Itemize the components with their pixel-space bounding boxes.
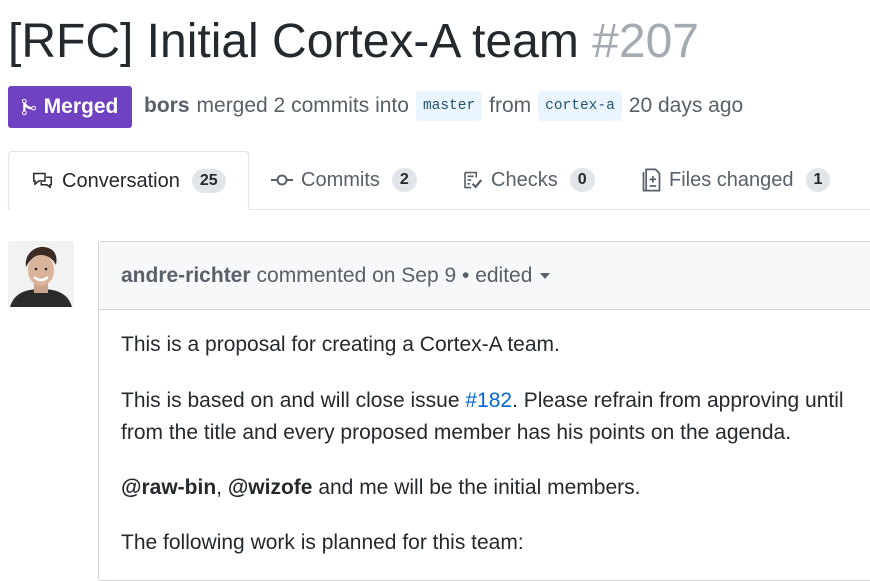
tab-commits[interactable]: Commits 2: [271, 151, 417, 209]
tab-files-changed-label: Files changed: [669, 168, 794, 191]
comment-discussion-icon: [33, 172, 52, 189]
paragraph-text: . Please refrain from approving until: [512, 389, 844, 412]
pr-number: #207: [592, 15, 699, 68]
from-text: from: [489, 94, 532, 117]
merge-timestamp[interactable]: 20 days ago: [629, 94, 743, 118]
pr-title: [RFC] Initial Cortex-A team #207: [8, 12, 699, 72]
tab-files-changed-count: 1: [805, 168, 831, 192]
merged-state-badge: Merged: [8, 86, 132, 128]
checklist-icon: [464, 171, 483, 189]
user-mention-link[interactable]: @wizofe: [228, 476, 313, 499]
avatar[interactable]: [8, 241, 74, 307]
base-branch-label[interactable]: master: [415, 91, 483, 121]
comment-header: andre-richter commented on Sep 9 • edite…: [99, 242, 870, 310]
tab-conversation-count: 25: [191, 169, 226, 193]
paragraph-text: This is based on and will close issue: [121, 389, 466, 412]
pr-tabs: Conversation 25 Commits 2 Checks 0 Files…: [8, 151, 870, 210]
tab-checks-label: Checks: [491, 168, 558, 191]
avatar-image: [8, 241, 74, 307]
paragraph-text: from the title and every proposed member…: [121, 420, 792, 444]
tab-commits-count: 2: [391, 168, 417, 192]
comment-paragraph: @raw-bin, @wizofe and me will be the ini…: [121, 472, 640, 504]
pr-title-text: [RFC] Initial Cortex-A team: [8, 15, 579, 68]
tab-checks[interactable]: Checks 0: [462, 151, 595, 209]
issue-link[interactable]: #182: [465, 389, 512, 412]
git-merge-icon: [21, 98, 36, 116]
merged-state-label: Merged: [43, 95, 119, 118]
comment-box: andre-richter commented on Sep 9 • edite…: [98, 241, 870, 581]
pr-merge-meta: bors merged 2 commits into master from c…: [144, 88, 743, 124]
comment-meta[interactable]: commented on Sep 9 • edited: [257, 264, 533, 288]
tab-conversation-label: Conversation: [62, 169, 180, 192]
comment-paragraph: The following work is planned for this t…: [121, 531, 524, 554]
git-commit-icon: [271, 174, 293, 186]
caret-down-icon[interactable]: [540, 272, 551, 279]
tab-conversation[interactable]: Conversation 25: [8, 151, 249, 210]
comment-paragraph: This is a proposal for creating a Cortex…: [121, 333, 560, 356]
tab-checks-count: 0: [569, 168, 595, 192]
file-diff-icon: [642, 168, 661, 192]
tab-commits-label: Commits: [301, 168, 380, 191]
merge-action-text: merged 2 commits into: [196, 94, 409, 117]
comment-author-link[interactable]: andre-richter: [121, 264, 251, 288]
comment-paragraph: This is based on and will close issue #1…: [121, 385, 844, 448]
merger-author-link[interactable]: bors: [144, 94, 190, 118]
tab-files-changed[interactable]: Files changed 1: [642, 151, 831, 209]
user-mention-link[interactable]: @raw-bin: [121, 476, 216, 499]
head-branch-label[interactable]: cortex-a: [538, 91, 622, 121]
paragraph-text: and me will be the initial members.: [312, 476, 641, 499]
paragraph-text: ,: [216, 476, 228, 499]
